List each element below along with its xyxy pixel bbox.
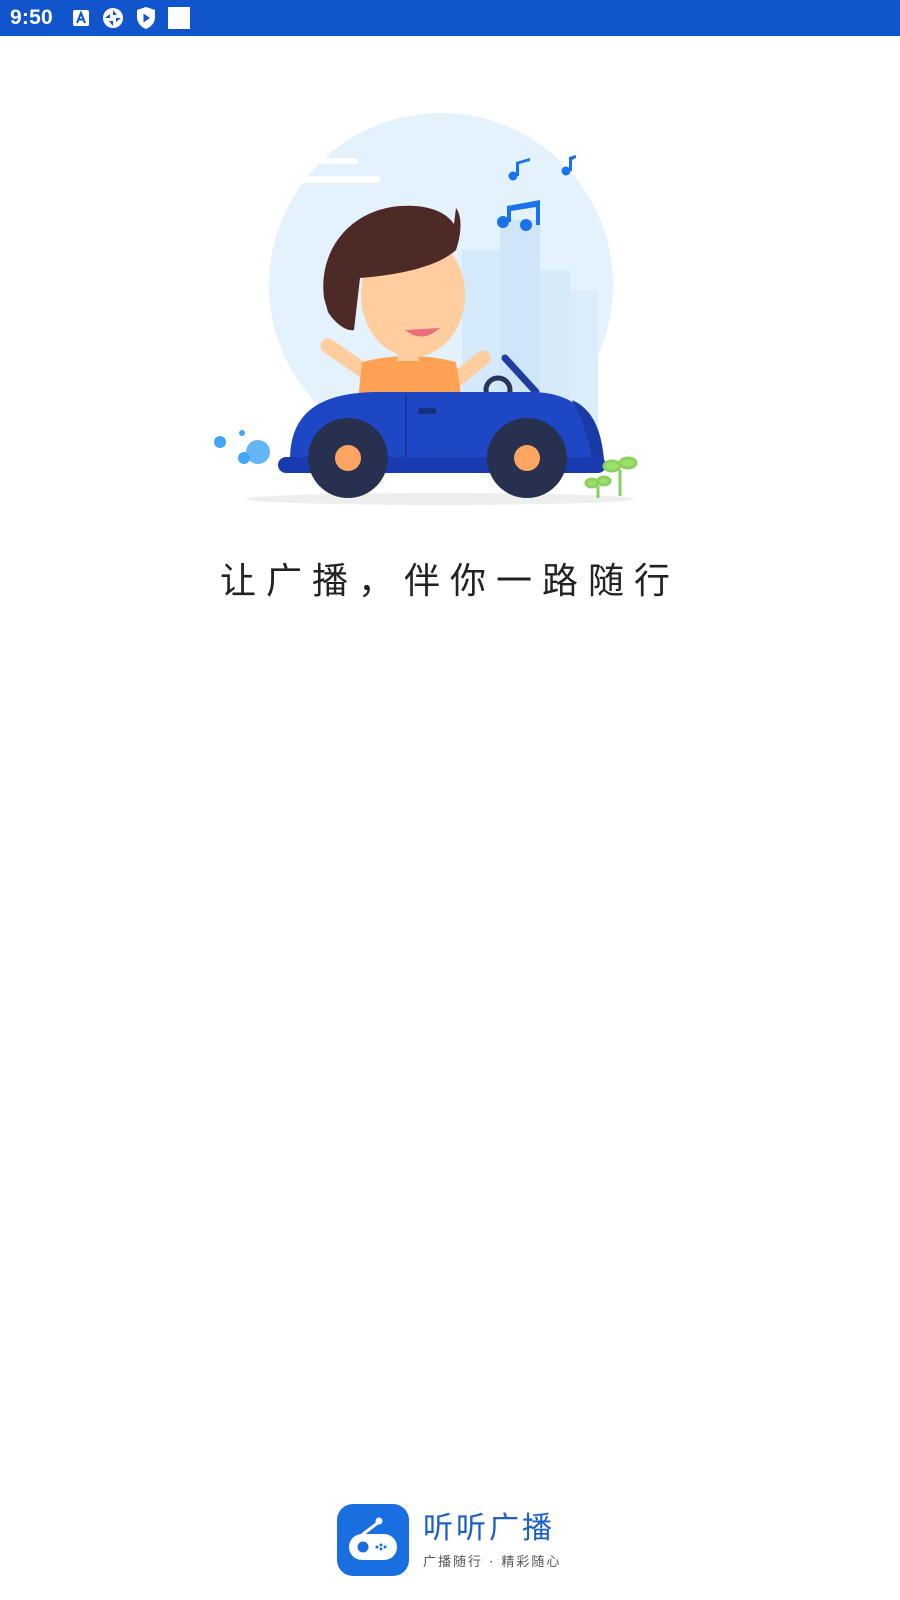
app-name: 听听广播 bbox=[423, 1510, 555, 1546]
brand-text: 听听广播 广播随行 · 精彩随心 bbox=[423, 1511, 561, 1570]
status-time: 9:50 bbox=[10, 6, 53, 29]
status-icons bbox=[71, 6, 191, 30]
sync-icon bbox=[101, 6, 125, 30]
status-bar: 9:50 bbox=[0, 0, 900, 36]
radio-logo-icon bbox=[337, 1504, 409, 1576]
splash-illustration bbox=[200, 100, 660, 520]
splash-tagline: 让广播，伴你一路随行 bbox=[219, 561, 680, 602]
app-brand: 听听广播 广播随行 · 精彩随心 bbox=[337, 1504, 561, 1576]
shield-play-icon bbox=[135, 6, 157, 30]
car-illustration-icon bbox=[214, 113, 638, 505]
a-box-icon bbox=[71, 8, 91, 28]
blank-square-icon bbox=[167, 6, 191, 30]
app-slogan: 广播随行 · 精彩随心 bbox=[423, 1554, 562, 1570]
